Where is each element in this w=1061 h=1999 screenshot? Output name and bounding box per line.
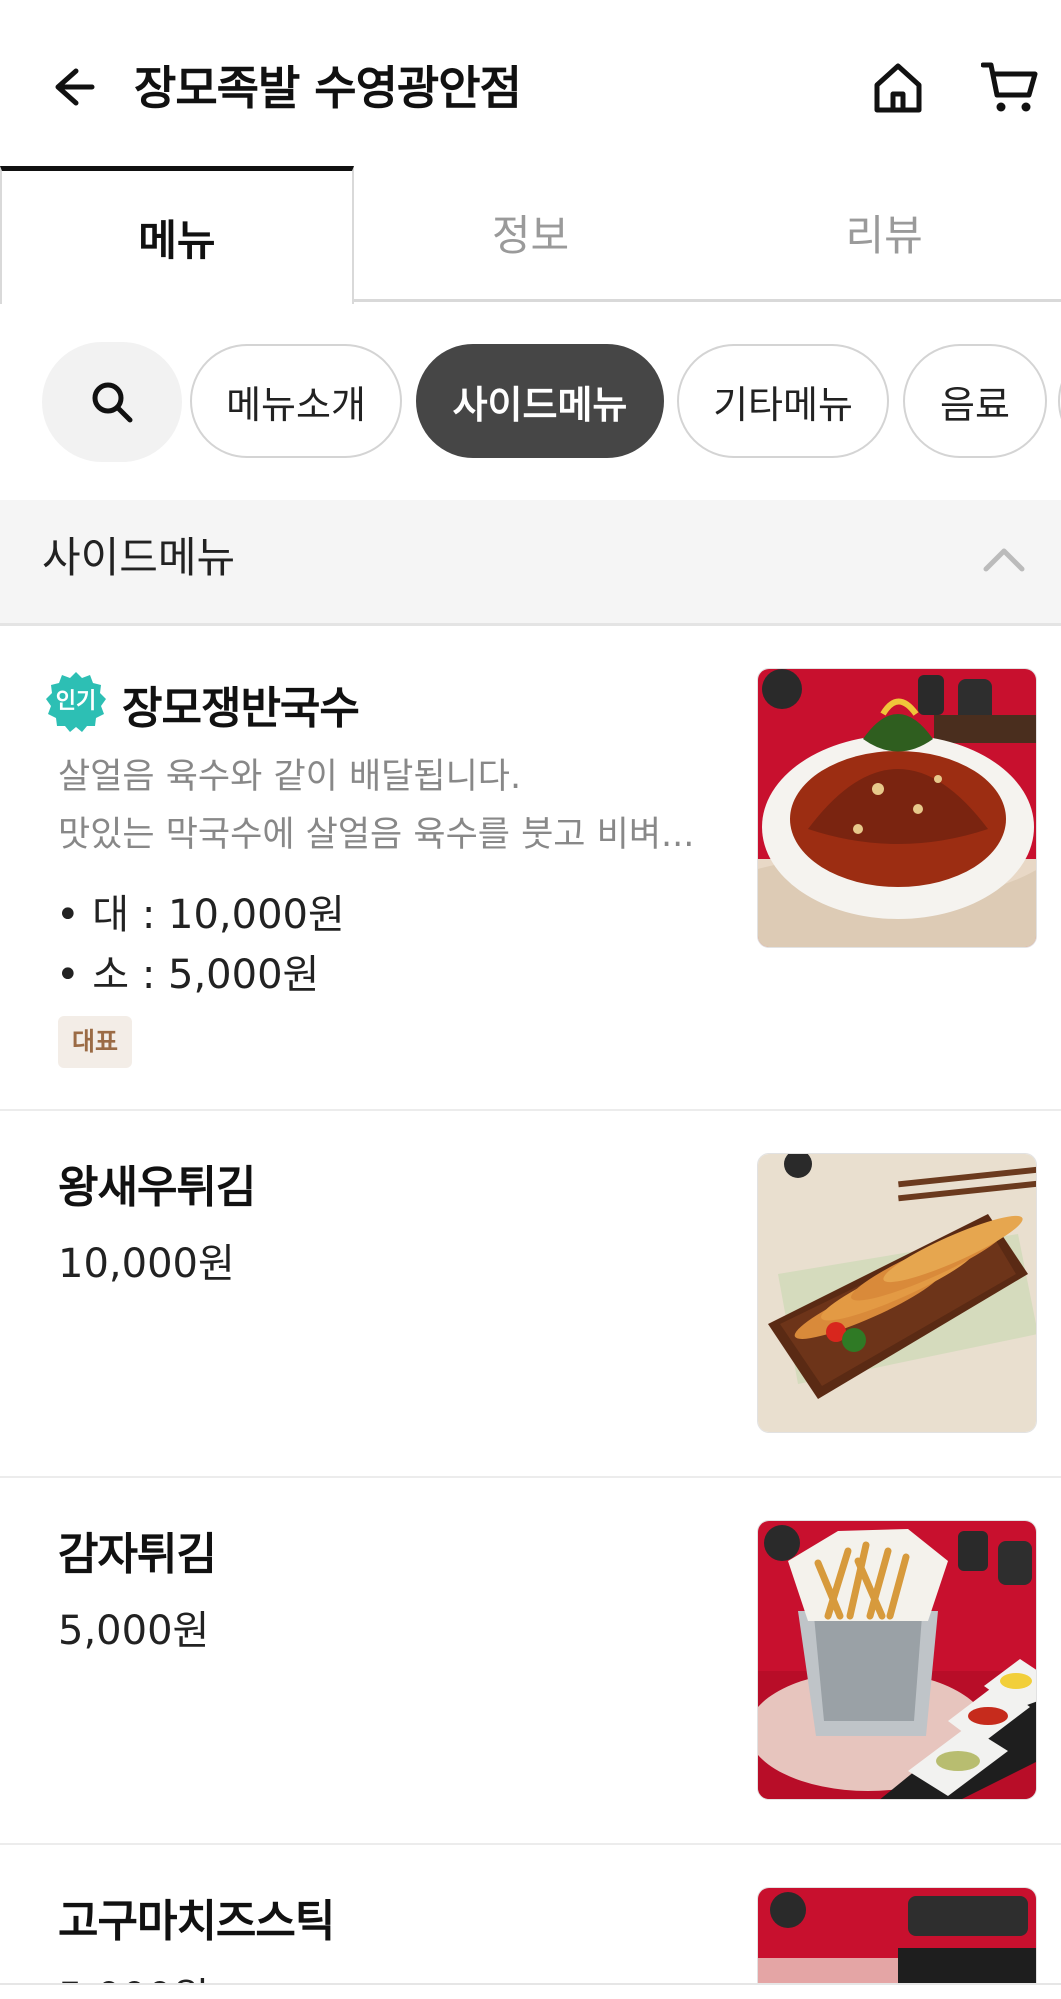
back-button[interactable] <box>40 55 104 119</box>
chevron-up-icon <box>983 548 1025 572</box>
menu-item-photo <box>757 1153 1037 1433</box>
menu-item-name: 고구마치즈스틱 <box>58 1896 335 1947</box>
cart-button[interactable] <box>978 56 1042 120</box>
chip-etc-menu[interactable]: 기타메뉴 <box>677 344 889 458</box>
menu-item-name: 감자튀김 <box>58 1529 217 1580</box>
menu-item-photo <box>757 1520 1037 1800</box>
tab-review[interactable]: 리뷰 <box>707 166 1061 299</box>
menu-item-option: • 소 : 5,000원 <box>56 952 320 998</box>
section-header[interactable]: 사이드메뉴 <box>0 500 1061 626</box>
chip-drinks[interactable]: 음료 <box>903 344 1047 458</box>
section-title: 사이드메뉴 <box>42 533 236 582</box>
menu-item-desc: 맛있는 막국수에 살얼음 육수를 붓고 비벼... <box>58 815 695 855</box>
chip-menu-intro[interactable]: 메뉴소개 <box>190 344 402 458</box>
store-tabs: 메뉴 정보 리뷰 <box>0 166 1061 304</box>
menu-item[interactable]: 감자튀김 5,000원 <box>0 1478 1061 1845</box>
representative-tag: 대표 <box>58 1016 133 1068</box>
chip-side-menu[interactable]: 사이드메뉴 <box>416 344 664 458</box>
menu-item[interactable]: 인기 장모쟁반국수 살얼음 육수와 같이 배달됩니다. 맛있는 막국수에 살얼음… <box>0 626 1061 1111</box>
tab-info[interactable]: 정보 <box>354 166 708 299</box>
search-icon <box>92 382 133 423</box>
menu-item-name: 장모쟁반국수 <box>122 683 360 734</box>
tab-menu[interactable]: 메뉴 <box>0 166 354 304</box>
home-icon <box>874 63 922 113</box>
store-title: 장모족발 수영광안점 <box>134 61 522 115</box>
cart-icon <box>981 62 1038 112</box>
menu-item-option: • 대 : 10,000원 <box>56 892 345 938</box>
arrow-left-icon <box>55 68 95 106</box>
menu-item-price: 10,000원 <box>58 1241 235 1287</box>
home-button[interactable] <box>866 56 930 120</box>
popular-badge-label: 인기 <box>55 689 97 714</box>
menu-item-desc: 살얼음 육수와 같이 배달됩니다. <box>58 757 522 797</box>
menu-item-price: 5,000원 <box>58 1608 210 1654</box>
menu-item-photo <box>757 668 1037 948</box>
menu-category-chips: 메뉴소개 사이드메뉴 기타메뉴 음료 <box>0 336 1061 470</box>
popular-badge: 인기 <box>44 670 108 734</box>
menu-search-button[interactable] <box>42 342 182 462</box>
menu-item[interactable]: 왕새우튀김 10,000원 <box>0 1111 1061 1478</box>
bottom-edge <box>0 1983 1061 1999</box>
collapse-button[interactable] <box>976 530 1032 586</box>
menu-item[interactable]: 고구마치즈스틱 5,000원 <box>0 1845 1061 1999</box>
top-app-bar: 장모족발 수영광안점 <box>0 0 1061 172</box>
menu-item-name: 왕새우튀김 <box>58 1162 256 1213</box>
